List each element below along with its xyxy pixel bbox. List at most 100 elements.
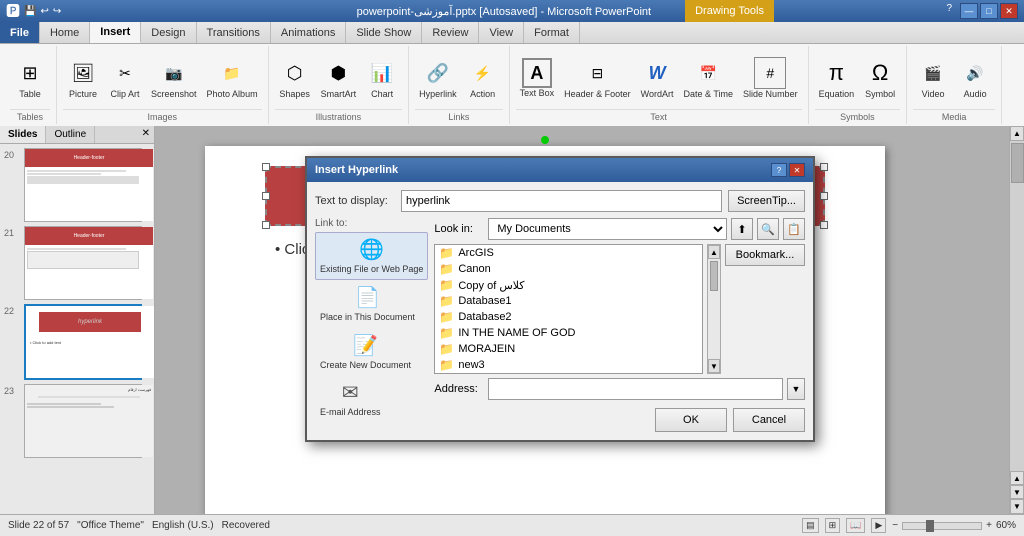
tab-format[interactable]: Format (524, 22, 580, 43)
view-reading-btn[interactable]: 📖 (846, 518, 865, 533)
tab-outline[interactable]: Outline (46, 126, 95, 143)
hyperlink-button[interactable]: 🔗 Hyperlink (415, 55, 461, 102)
ribbon-group-media: 🎬 Video 🔊 Audio Media (907, 46, 1002, 124)
textbox-button[interactable]: A Text Box (516, 56, 559, 101)
photo-album-button[interactable]: 📁 Photo Album (203, 55, 262, 102)
picture-button[interactable]: 🖼 Picture (63, 55, 103, 102)
tab-file[interactable]: File (0, 22, 40, 43)
scroll-up-btn[interactable]: ▲ (708, 245, 720, 259)
wordart-button[interactable]: W WordArt (637, 55, 678, 102)
lookin-up-btn[interactable]: ⬆ (731, 218, 753, 240)
tab-slideshow[interactable]: Slide Show (346, 22, 422, 43)
scrollbar-up-btn[interactable]: ▲ (1010, 126, 1024, 141)
address-input[interactable] (488, 378, 783, 400)
tab-view[interactable]: View (479, 22, 524, 43)
dialog-help-btn[interactable]: ? (771, 163, 787, 177)
smartart-button[interactable]: ⬢ SmartArt (317, 55, 361, 102)
minimize-button[interactable]: — (960, 3, 978, 19)
file-item-morajein[interactable]: 📁 MORAJEIN (435, 341, 702, 357)
nav-email-address[interactable]: ✉ E-mail Address (315, 375, 386, 423)
file-item-new3[interactable]: 📁 new3 (435, 357, 702, 373)
tab-animations[interactable]: Animations (271, 22, 346, 43)
scrollbar-prev-slide-btn[interactable]: ▲ (1010, 471, 1024, 485)
file-item-db2[interactable]: 📁 Database2 (435, 309, 702, 325)
zoom-in-btn[interactable]: + (986, 520, 992, 531)
file-list-scrollbar[interactable]: ▲ ▼ (707, 244, 721, 374)
quick-access-save[interactable]: 💾 (24, 6, 36, 17)
links-group-label: Links (415, 109, 503, 122)
existing-file-icon: 🌐 (359, 237, 384, 262)
equation-icon: π (820, 57, 852, 89)
header-footer-button[interactable]: ⊟ Header & Footer (560, 55, 635, 102)
shapes-button[interactable]: ⬡ Shapes (275, 55, 315, 102)
address-dropdown-btn[interactable]: ▼ (787, 378, 805, 400)
cancel-button[interactable]: Cancel (733, 408, 805, 432)
file-item-db1[interactable]: 📁 Database1 (435, 293, 702, 309)
slide-thumb-container-20: 20 Header-footer (18, 148, 148, 222)
bookmark-button[interactable]: Bookmark... (725, 244, 805, 266)
lookin-view-btn[interactable]: 📋 (783, 218, 805, 240)
zoom-out-btn[interactable]: − (892, 520, 898, 531)
screentip-button[interactable]: ScreenTip... (728, 190, 805, 212)
slide-thumb-20[interactable]: Header-footer (24, 148, 142, 222)
file-item-arcgis[interactable]: 📁 ArcGIS (435, 245, 702, 261)
tab-review[interactable]: Review (422, 22, 479, 43)
quick-access-redo[interactable]: ↪ (53, 6, 61, 17)
illustrations-group-label: Illustrations (275, 109, 403, 122)
help-button[interactable]: ? (946, 3, 952, 19)
slide-number-button[interactable]: # Slide Number (739, 55, 802, 102)
tab-insert[interactable]: Insert (90, 22, 141, 43)
main-scrollbar[interactable]: ▲ ▲ ▼ ▼ (1009, 126, 1024, 514)
action-button[interactable]: ⚡ Action (463, 55, 503, 102)
dialog-title: Insert Hyperlink (315, 164, 398, 176)
close-button[interactable]: ✕ (1000, 3, 1018, 19)
dialog-close-btn[interactable]: ✕ (789, 163, 805, 177)
screenshot-button[interactable]: 📷 Screenshot (147, 55, 201, 102)
slide-thumb-22[interactable]: hyperlink • Click to add text (24, 304, 142, 380)
tab-design[interactable]: Design (141, 22, 196, 43)
address-label: Address: (434, 383, 484, 395)
video-button[interactable]: 🎬 Video (913, 55, 953, 102)
scrollbar-next-slide-btn[interactable]: ▼ (1010, 485, 1024, 499)
table-icon: ⊞ (14, 57, 46, 89)
file-item-nozadan[interactable]: 📁 nozadan (435, 373, 702, 374)
audio-button[interactable]: 🔊 Audio (955, 55, 995, 102)
clip-art-button[interactable]: ✂ Clip Art (105, 55, 145, 102)
nav-place-in-doc[interactable]: 📄 Place in This Document (315, 280, 420, 328)
maximize-button[interactable]: □ (980, 3, 998, 19)
scrollbar-down-btn[interactable]: ▼ (1010, 499, 1024, 514)
lookin-select[interactable]: My Documents (488, 218, 727, 240)
nav-existing-file[interactable]: 🌐 Existing File or Web Page (315, 232, 428, 280)
file-list[interactable]: 📁 ArcGIS 📁 Canon 📁 Co (434, 244, 703, 374)
file-item-canon[interactable]: 📁 Canon (435, 261, 702, 277)
date-time-button[interactable]: 📅 Date & Time (680, 55, 738, 102)
tab-slides[interactable]: Slides (0, 126, 46, 143)
equation-button[interactable]: π Equation (815, 55, 859, 102)
quick-access-undo[interactable]: ↩ (40, 6, 48, 17)
view-slideshow-btn[interactable]: ▶ (871, 518, 886, 533)
tab-home[interactable]: Home (40, 22, 90, 43)
smartart-icon: ⬢ (322, 57, 354, 89)
scrollbar-bottom-btns: ▲ ▼ (1010, 471, 1024, 499)
text-to-display-input[interactable] (401, 190, 722, 212)
zoom-control: − + 60% (892, 520, 1016, 531)
ok-button[interactable]: OK (655, 408, 727, 432)
tab-transitions[interactable]: Transitions (197, 22, 271, 43)
slide-thumb-23[interactable]: فهرست ارقام (24, 384, 142, 458)
scroll-down-btn[interactable]: ▼ (708, 359, 720, 373)
nav-create-new[interactable]: 📝 Create New Document (315, 328, 416, 376)
file-item-copyof[interactable]: 📁 Copy of کلاس (435, 277, 702, 293)
zoom-level[interactable]: 60% (996, 520, 1016, 531)
lookin-search-btn[interactable]: 🔍 (757, 218, 779, 240)
zoom-slider[interactable] (902, 522, 982, 530)
symbol-button[interactable]: Ω Symbol (860, 55, 900, 102)
slides-panel-close[interactable]: ✕ (138, 126, 154, 143)
table-button[interactable]: ⊞ Table (10, 55, 50, 102)
images-group-label: Images (63, 109, 262, 122)
slide-thumb-21[interactable]: Header-footer (24, 226, 142, 300)
chart-button[interactable]: 📊 Chart (362, 55, 402, 102)
view-slide-sorter-btn[interactable]: ⊞ (825, 518, 841, 533)
slides-panel: Slides Outline ✕ 20 Header-footer (0, 126, 155, 514)
file-item-inthenameof[interactable]: 📁 IN THE NAME OF GOD (435, 325, 702, 341)
view-normal-btn[interactable]: ▤ (802, 518, 819, 533)
